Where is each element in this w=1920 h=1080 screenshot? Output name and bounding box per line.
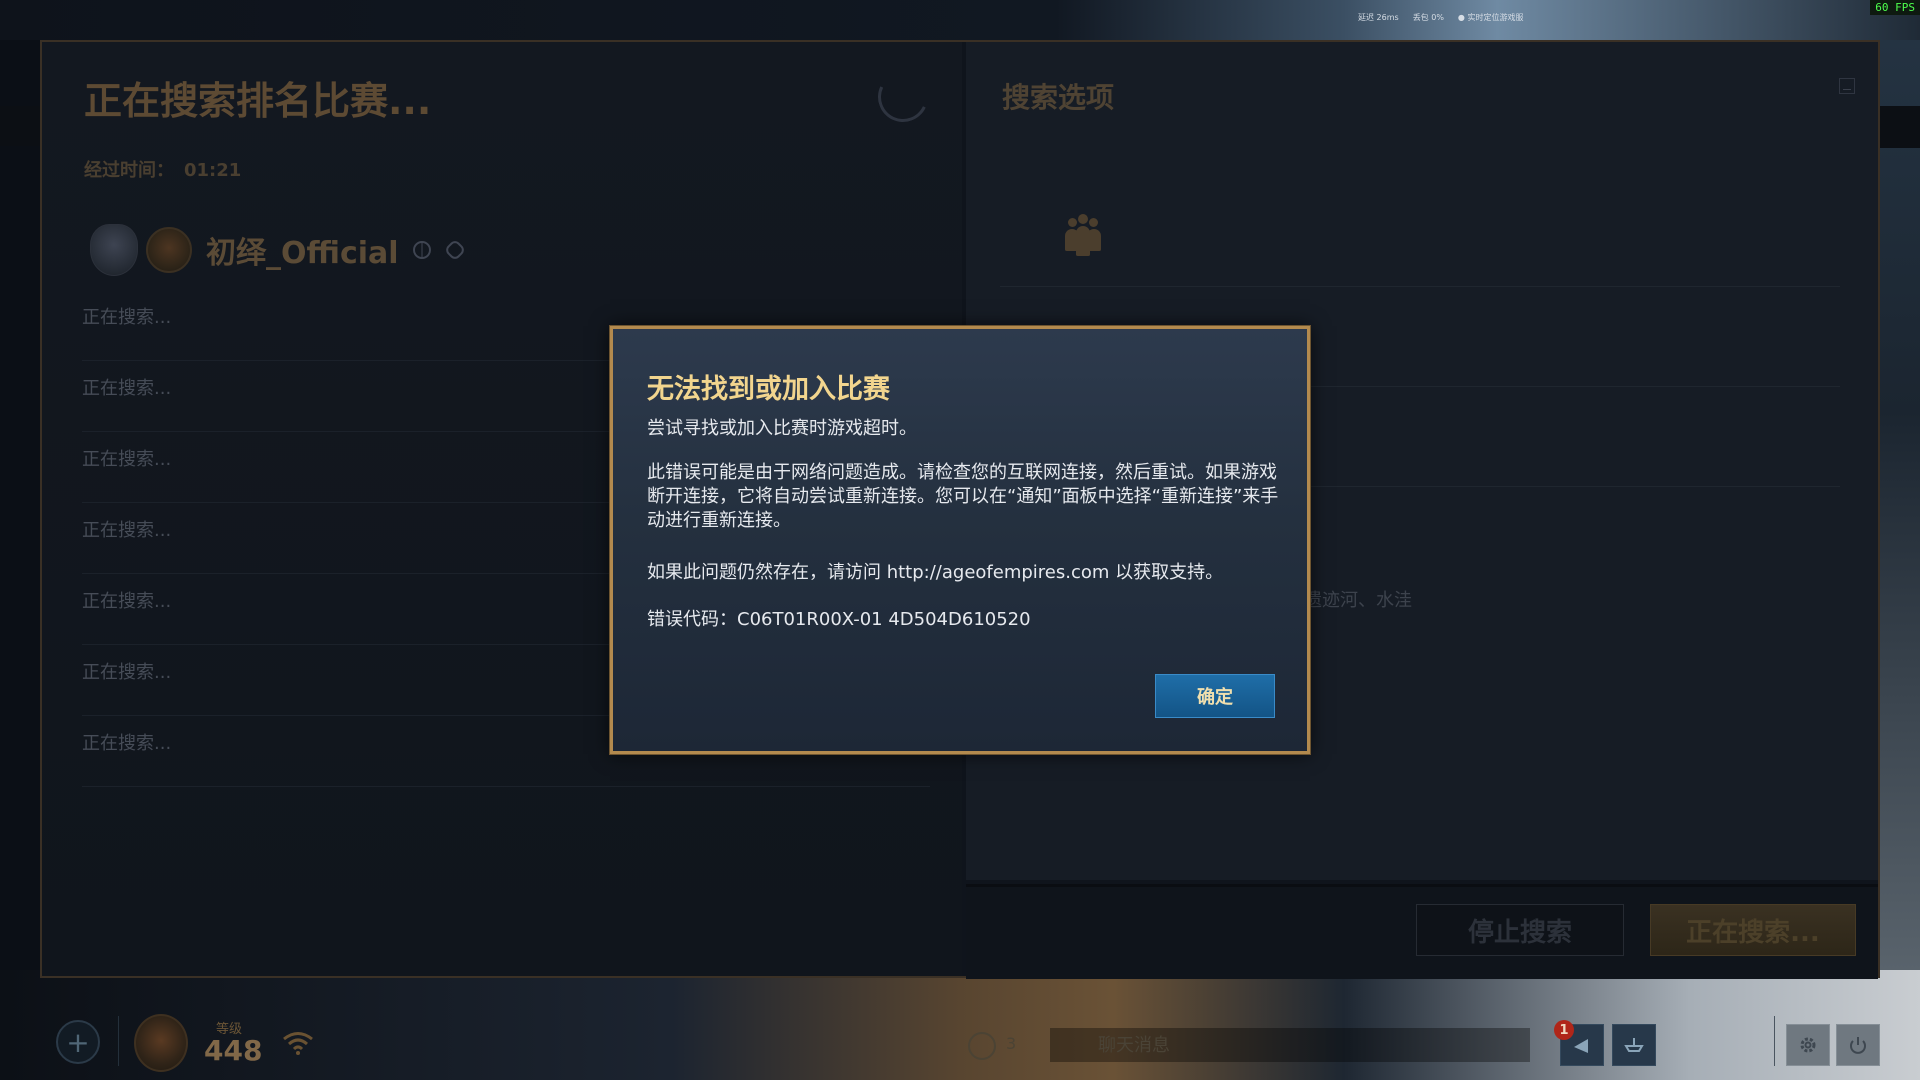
dialog-title: 无法找到或加入比赛 bbox=[647, 374, 890, 405]
packet-loss-text: 丢包 0% bbox=[1412, 13, 1444, 22]
player-name: 初绎_Official bbox=[206, 236, 399, 271]
player-avatar bbox=[146, 227, 192, 273]
ship-menu-button[interactable] bbox=[1612, 1024, 1656, 1066]
dialog-subtitle: 尝试寻找或加入比赛时游戏超时。 bbox=[647, 418, 917, 439]
stop-search-button[interactable]: 停止搜索 bbox=[1416, 904, 1624, 956]
chat-channel-icon[interactable] bbox=[968, 1032, 996, 1060]
option-divider bbox=[1000, 286, 1840, 287]
confirm-button[interactable]: 确定 bbox=[1155, 674, 1275, 718]
team-icon bbox=[1062, 214, 1104, 260]
background-top bbox=[0, 0, 1920, 40]
player-row: 初绎_Official bbox=[90, 218, 930, 282]
error-dialog: 无法找到或加入比赛 尝试寻找或加入比赛时游戏超时。 此错误可能是由于网络问题造成… bbox=[610, 326, 1310, 754]
dialog-error-code: 错误代码：C06T01R00X-01 4D504D610520 bbox=[647, 605, 1031, 631]
option-text-fragment: 遗迹河、水洼 bbox=[1304, 590, 1412, 611]
wifi-icon bbox=[283, 1032, 313, 1055]
right-edge-strip bbox=[1880, 106, 1920, 148]
plus-icon: + bbox=[66, 1025, 90, 1059]
elapsed-time: 经过时间： 01:21 bbox=[84, 156, 241, 182]
power-button[interactable] bbox=[1836, 1024, 1880, 1066]
chat-input[interactable] bbox=[1050, 1028, 1530, 1062]
profile-avatar[interactable] bbox=[134, 1014, 188, 1072]
bar-divider bbox=[118, 1016, 119, 1066]
globe-icon bbox=[412, 241, 431, 259]
page-title: 正在搜索排名比赛... bbox=[84, 79, 432, 123]
searching-button[interactable]: 正在搜索... bbox=[1650, 904, 1856, 956]
rank-emblem-icon bbox=[90, 224, 138, 276]
gear-icon bbox=[1800, 1037, 1816, 1053]
ship-icon bbox=[1624, 1038, 1644, 1052]
network-status-overlay: 延迟 26ms 丢包 0% ● 实时定位游戏服 bbox=[1358, 12, 1523, 23]
error-code-label: 错误代码： bbox=[647, 609, 737, 630]
power-icon bbox=[1850, 1037, 1866, 1054]
chat-channel-count: 3 bbox=[1006, 1034, 1017, 1053]
bar-divider bbox=[1774, 1016, 1775, 1066]
elapsed-time-label: 经过时间： bbox=[84, 160, 174, 181]
fps-counter: 60 FPS bbox=[1870, 0, 1920, 15]
background-right bbox=[1878, 40, 1920, 970]
link-icon bbox=[443, 238, 466, 262]
dialog-support-text: 如果此问题仍然存在，请访问 http://ageofempires.com 以获… bbox=[647, 562, 1224, 583]
error-code-value: C06T01R00X-01 4D504D610520 bbox=[737, 609, 1031, 630]
dialog-message: 此错误可能是由于网络问题造成。请检查您的互联网连接，然后重试。如果游戏断开连接，… bbox=[647, 462, 1279, 531]
latency-text: 延迟 26ms bbox=[1358, 13, 1399, 22]
game-lobby-screen: 延迟 26ms 丢包 0% ● 实时定位游戏服 60 FPS 正在搜索排名比赛.… bbox=[0, 0, 1920, 1080]
level-value: 448 bbox=[204, 1034, 263, 1067]
server-location-text: ● 实时定位游戏服 bbox=[1457, 13, 1524, 22]
left-edge-strip bbox=[0, 106, 42, 146]
settings-button[interactable] bbox=[1786, 1024, 1830, 1066]
megaphone-icon bbox=[1574, 1039, 1588, 1053]
elapsed-time-value: 01:21 bbox=[184, 160, 242, 181]
minimize-icon[interactable] bbox=[1839, 78, 1855, 94]
notification-badge: 1 bbox=[1554, 1020, 1574, 1040]
search-options-title: 搜索选项 bbox=[1002, 81, 1115, 114]
add-friend-button[interactable]: + bbox=[56, 1020, 100, 1064]
